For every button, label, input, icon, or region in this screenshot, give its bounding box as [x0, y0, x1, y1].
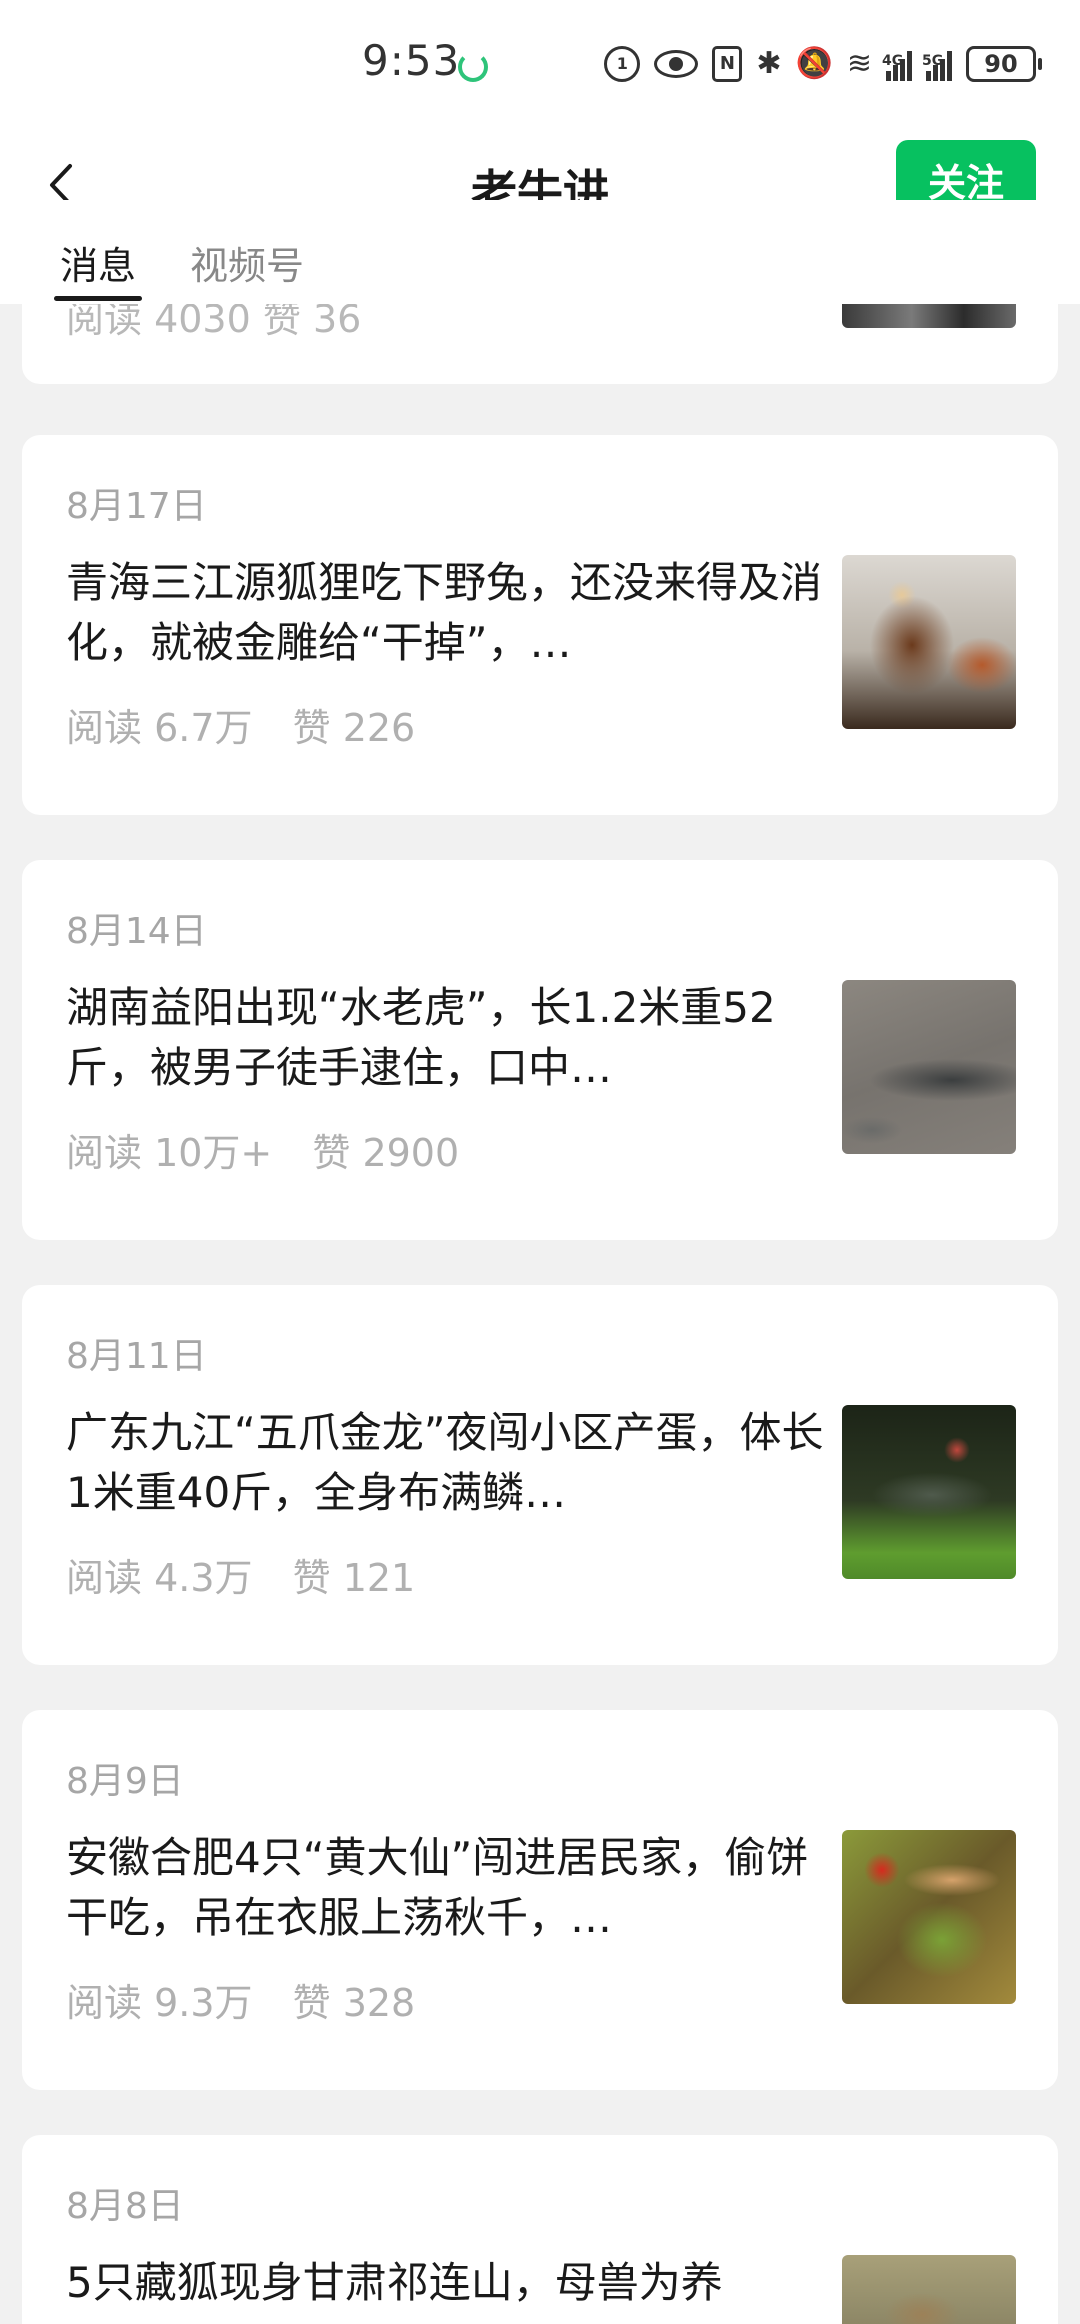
nfc-icon: N — [712, 46, 743, 82]
article-stats: 阅读 6.7万 赞 226 — [66, 697, 443, 752]
like-count: 赞 2900 — [312, 1131, 460, 1175]
article-title: 安徽合肥4只“黄大仙”闯进居民家，偷饼干吃，吊在衣服上荡秋千，… — [66, 1833, 809, 1942]
article-stats: 阅读 4.3万 赞 121 — [66, 1547, 443, 1602]
article-thumbnail — [842, 980, 1016, 1154]
article-card[interactable]: 8月17日 青海三江源狐狸吃下野兔，还没来得及消化，就被金雕给“干掉”，… 阅读… — [22, 435, 1058, 815]
article-date: 8月17日 — [66, 486, 207, 527]
mute-bell-icon: 🔕 — [795, 46, 833, 81]
signal-5g-label: 5G — [922, 53, 944, 69]
article-card[interactable]: 8月11日 广东九江“五爪金龙”夜闯小区产蛋，体长1米重40斤，全身布满鳞… 阅… — [22, 1285, 1058, 1665]
article-card[interactable]: 8月9日 安徽合肥4只“黄大仙”闯进居民家，偷饼干吃，吊在衣服上荡秋千，… 阅读… — [22, 1710, 1058, 2090]
signal-4g-label: 4G — [882, 53, 904, 69]
read-count: 阅读 4.3万 — [66, 1556, 253, 1600]
status-time: 9:53 — [362, 36, 461, 85]
article-date: 8月11日 — [66, 1336, 207, 1377]
article-stats: 阅读 9.3万 赞 328 — [66, 1972, 443, 2027]
article-card[interactable]: 8月14日 湖南益阳出现“水老虎”，长1.2米重52斤，被男子徒手逮住，口中… … — [22, 860, 1058, 1240]
tab-messages[interactable]: 消息 — [60, 240, 136, 292]
battery-icon: 90 — [966, 46, 1042, 82]
article-date: 8月8日 — [66, 2186, 184, 2227]
vpn-icon: 1 — [604, 46, 641, 82]
article-date: 8月9日 — [66, 1761, 184, 1802]
article-title: 青海三江源狐狸吃下野兔，还没来得及消化，就被金雕给“干掉”，… — [66, 558, 823, 667]
tab-bar: 消息 视频号 — [0, 240, 1080, 304]
eye-icon — [654, 50, 699, 78]
like-count: 赞 226 — [292, 706, 416, 750]
article-date: 8月14日 — [66, 911, 207, 952]
signal-4g-icon: 4G — [882, 47, 912, 81]
like-count: 赞 121 — [292, 1556, 416, 1600]
status-icons: 1 N ✱ 🔕 ≋ 4G 5G 90 — [604, 44, 1042, 84]
read-count: 阅读 6.7万 — [66, 706, 253, 750]
read-count: 阅读 9.3万 — [66, 1981, 253, 2025]
active-tab-indicator — [54, 296, 142, 301]
article-thumbnail — [842, 300, 1016, 328]
article-title: 湖南益阳出现“水老虎”，长1.2米重52斤，被男子徒手逮住，口中… — [66, 983, 776, 1092]
read-count: 阅读 10万+ — [66, 1131, 273, 1175]
bluetooth-icon: ✱ — [756, 46, 782, 81]
signal-5g-icon: 5G — [922, 47, 952, 81]
tab-channels[interactable]: 视频号 — [190, 240, 304, 292]
article-thumbnail — [842, 2255, 1016, 2324]
status-bar: 9:53 1 N ✱ 🔕 ≋ 4G 5G 90 — [0, 0, 1080, 130]
like-count: 赞 328 — [292, 1981, 416, 2025]
article-title: 5只藏狐现身甘肃祁连山，母兽为养 — [66, 2258, 723, 2307]
article-card[interactable]: 8月8日 5只藏狐现身甘肃祁连山，母兽为养 — [22, 2135, 1058, 2324]
article-thumbnail — [842, 1830, 1016, 2004]
recycle-icon — [458, 52, 488, 82]
article-stats: 阅读 10万+ 赞 2900 — [66, 1122, 487, 1177]
wifi-icon: ≋ — [846, 46, 872, 81]
article-thumbnail — [842, 555, 1016, 729]
article-title: 广东九江“五爪金龙”夜闯小区产蛋，体长1米重40斤，全身布满鳞… — [66, 1408, 824, 1517]
article-thumbnail — [842, 1405, 1016, 1579]
